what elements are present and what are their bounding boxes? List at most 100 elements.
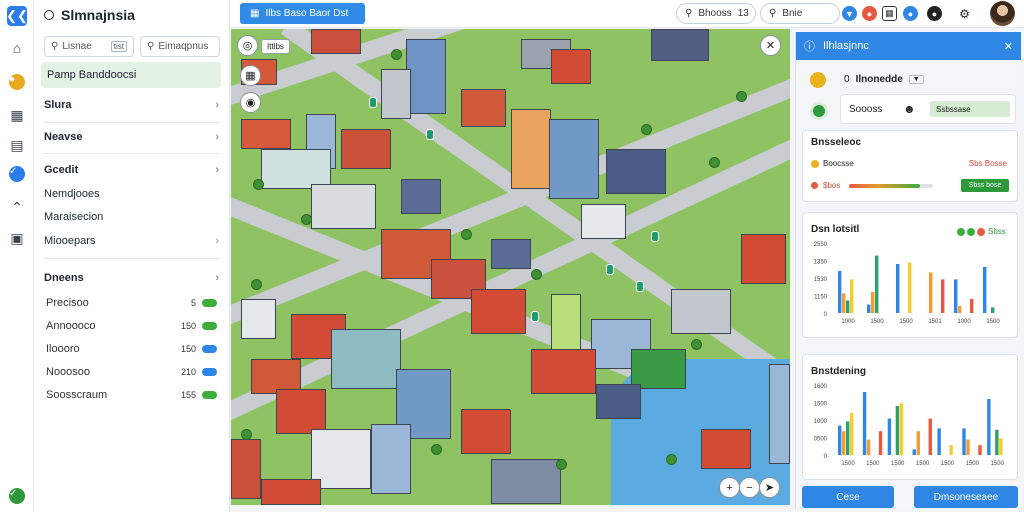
list-item[interactable]: Annoooco 150 (46, 320, 217, 332)
chart-bar[interactable] (962, 428, 966, 455)
chart-bar[interactable] (842, 293, 846, 313)
chart-bar[interactable] (978, 445, 982, 455)
chart-bar[interactable] (887, 418, 892, 455)
list-item[interactable]: Precisoo 5 (46, 297, 217, 309)
sidebar-item[interactable]: Dneens › (44, 272, 219, 284)
sidebar-item[interactable]: Gcedit › (44, 164, 219, 176)
chart-bar[interactable] (908, 262, 912, 313)
chart-bar[interactable] (954, 279, 958, 313)
map-building (341, 129, 391, 169)
chart-bar[interactable] (912, 449, 916, 455)
top-header: ▦ Ilbs Baso Baor Dst ⚲ Bhooss 13 ⚲ Bnie … (230, 0, 1024, 28)
city-icon[interactable]: ▦ (7, 105, 27, 125)
home-icon[interactable]: ⌂ (7, 38, 27, 58)
zoom-in-button[interactable]: + (719, 477, 740, 498)
header-filter-input[interactable]: ⚲ Bnie (760, 3, 840, 24)
map-label[interactable]: Ittlbs (261, 39, 290, 54)
chart-bar[interactable] (941, 279, 945, 313)
avatar[interactable] (990, 1, 1015, 26)
map-label-text: Ittlbs (267, 42, 284, 51)
panel-dropdown[interactable]: 0 Ilnonedde ▼ (844, 70, 936, 88)
chart-bar[interactable] (987, 399, 991, 455)
info-action-button[interactable]: Sbss bose (961, 179, 1009, 192)
sidebar-item[interactable]: Slura › (44, 99, 219, 111)
chart-bar[interactable] (949, 445, 953, 455)
chart-bar[interactable] (838, 271, 842, 313)
list-item[interactable]: Soosscraum 155 (46, 389, 217, 401)
alert-icon[interactable]: ● (862, 6, 877, 21)
map-pin-icon[interactable] (606, 264, 614, 275)
frame-icon[interactable]: ▣ (7, 228, 27, 248)
chart-bar[interactable] (937, 428, 941, 455)
chart-bar[interactable] (929, 272, 933, 313)
badge-icon[interactable]: ● (7, 72, 27, 92)
compass-button[interactable]: ➤ (759, 477, 780, 498)
map-locate-button[interactable]: ◎ (237, 35, 258, 56)
sidebar-item[interactable]: Miooepars › (44, 235, 219, 247)
list-item[interactable]: Nooosoo 210 (46, 366, 217, 378)
list-item-value: 5 (190, 298, 196, 308)
list-item[interactable]: Iloooro 150 (46, 343, 217, 355)
map-close-button[interactable]: ✕ (760, 35, 781, 56)
chart-bar[interactable] (871, 292, 875, 313)
calendar-icon[interactable]: ▦ (882, 6, 897, 21)
chart-bar[interactable] (846, 300, 850, 313)
status-icon[interactable]: ✓ (7, 486, 27, 506)
cancel-button[interactable]: Cese (802, 486, 894, 508)
chart-bar[interactable] (895, 406, 900, 455)
sidebar-selected-item[interactable]: Pamp Banddoocsi (41, 62, 221, 88)
chart-bar[interactable] (842, 431, 846, 455)
map-pin-icon[interactable] (426, 129, 434, 140)
chart-bar[interactable] (875, 255, 879, 313)
list-item-value: 210 (180, 367, 196, 377)
sidebar-item[interactable]: Neavse › (44, 131, 219, 143)
chart-bar[interactable] (878, 431, 883, 455)
chart-bar[interactable] (995, 429, 999, 455)
header-search-input[interactable]: ⚲ Bhooss 13 (676, 3, 756, 24)
chart-bar[interactable] (846, 421, 850, 455)
settings-icon[interactable]: ⚙ (957, 6, 972, 21)
back-icon[interactable]: ❮❮ (6, 6, 28, 26)
map-pin-icon[interactable] (369, 97, 377, 108)
map-pin-button[interactable]: ◉ (240, 92, 261, 113)
sidebar-item[interactable]: Nemdjooes (44, 188, 219, 200)
chart-icon[interactable]: ⌃ (7, 197, 27, 217)
chart-bar[interactable] (970, 299, 974, 313)
chart-bar[interactable] (983, 266, 987, 313)
chart-bar[interactable] (862, 392, 867, 455)
chart-bar[interactable] (838, 425, 842, 455)
chart-bar[interactable] (928, 418, 932, 455)
confirm-button[interactable]: Dmsoneseaee (914, 486, 1018, 508)
search-input[interactable]: ⚲ Eimaqpnus (140, 36, 220, 57)
sidebar-item[interactable]: Maraisecion (44, 211, 219, 223)
inbox-icon[interactable]: ▤ (7, 135, 27, 155)
chart-bar[interactable] (866, 439, 871, 455)
chart-bar[interactable] (850, 279, 854, 313)
chart-bar[interactable] (896, 264, 900, 313)
filter-input[interactable]: ⚲ Lisnae tist (44, 36, 134, 57)
close-icon[interactable]: ✕ (1004, 40, 1013, 53)
city-map[interactable]: ◎ Ittlbs ▦ ◉ ✕ + − ➤ (231, 29, 790, 505)
shield-icon[interactable]: ✓ (7, 164, 27, 184)
map-building (471, 289, 526, 334)
chart-bar[interactable] (999, 438, 1003, 455)
chat-icon[interactable]: ● (927, 6, 942, 21)
panel-green-field[interactable]: Ssbssase (930, 101, 1010, 117)
chart-bar[interactable] (916, 431, 920, 455)
map-layers-button[interactable]: ▦ (240, 65, 261, 86)
chart-bar[interactable] (991, 307, 995, 313)
chart-bar[interactable] (958, 306, 962, 313)
chart-bar[interactable] (850, 413, 854, 455)
primary-action-button[interactable]: ▦ Ilbs Baso Baor Dst (240, 3, 365, 24)
sidebar-selected-label: Pamp Banddoocsi (47, 69, 137, 81)
info-icon[interactable]: ● (903, 6, 918, 21)
map-pin-icon[interactable] (531, 311, 539, 322)
zoom-out-button[interactable]: − (739, 477, 760, 498)
chart-bar[interactable] (899, 403, 904, 455)
chart-bar[interactable] (966, 439, 970, 455)
filter-chip[interactable]: tist (110, 41, 127, 52)
location-icon[interactable]: ▼ (842, 6, 857, 21)
map-pin-icon[interactable] (636, 281, 644, 292)
chart-bar[interactable] (867, 304, 871, 313)
map-pin-icon[interactable] (651, 231, 659, 242)
